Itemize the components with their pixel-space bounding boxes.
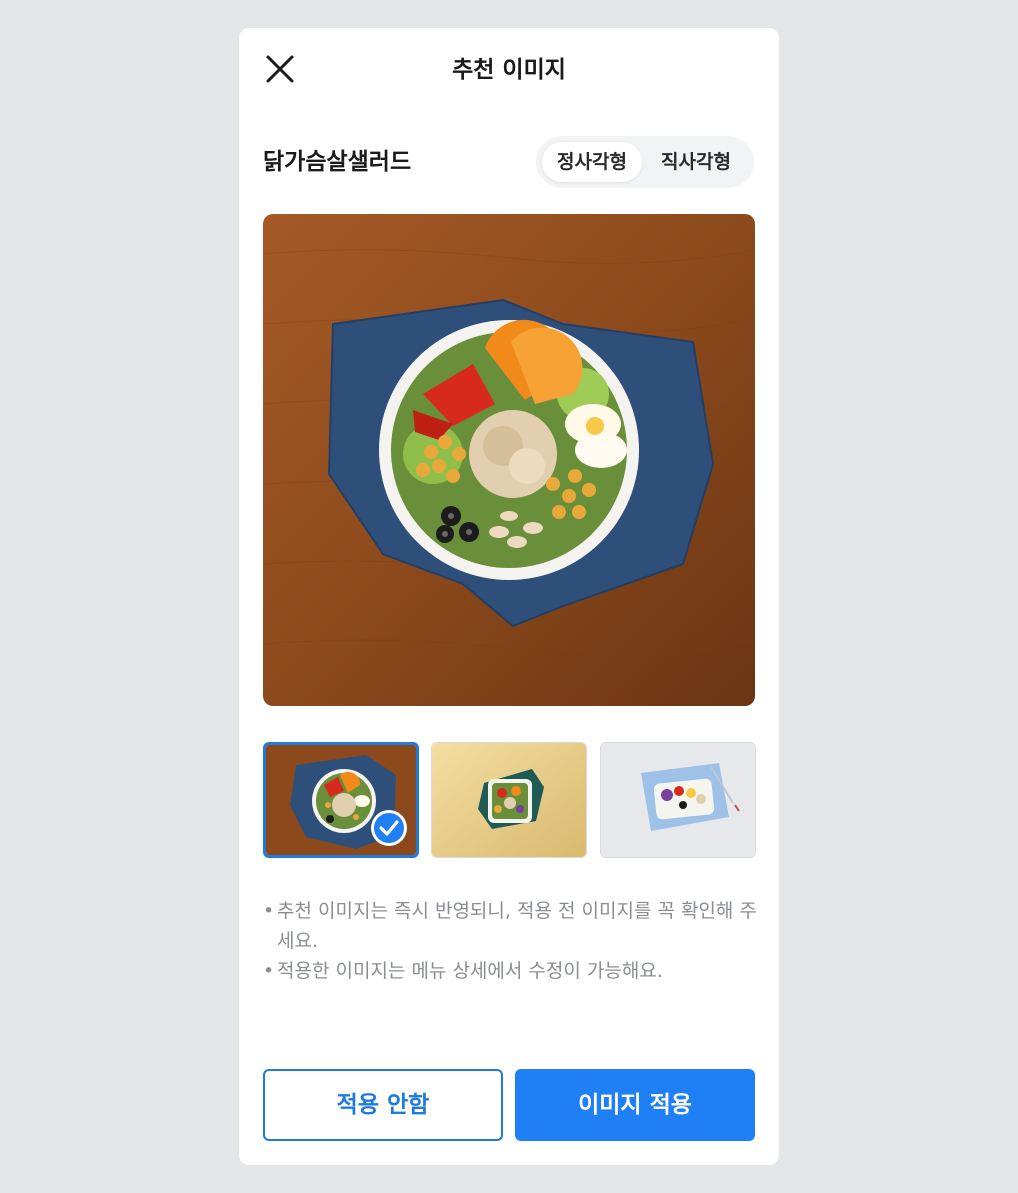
square-option[interactable]: 정사각형 (542, 142, 642, 182)
bullet: • (263, 960, 275, 982)
apply-image-button[interactable]: 이미지 적용 (515, 1069, 755, 1141)
note-item: • 추천 이미지는 즉시 반영되니, 적용 전 이미지를 꼭 확인해 주세요. (263, 896, 759, 956)
cancel-button[interactable]: 적용 안함 (263, 1069, 503, 1141)
modal-title: 추천 이미지 (452, 57, 566, 83)
bullet: • (263, 900, 275, 922)
main-preview-image (263, 214, 755, 706)
notes: • 추천 이미지는 즉시 반영되니, 적용 전 이미지를 꼭 확인해 주세요. … (263, 896, 759, 986)
check-icon (371, 810, 407, 846)
menu-name: 닭가슴살샐러드 (263, 149, 412, 175)
note-text: 적용한 이미지는 메뉴 상세에서 수정이 가능해요. (277, 960, 663, 982)
note-item: • 적용한 이미지는 메뉴 상세에서 수정이 가능해요. (263, 956, 759, 986)
recommended-image-modal: 추천 이미지 닭가슴살샐러드 정사각형 직사각형 • 추천 이미지는 즉시 반영… (239, 28, 779, 1165)
rectangle-option[interactable]: 직사각형 (646, 142, 746, 182)
thumbnail-1[interactable] (263, 742, 419, 858)
note-text: 추천 이미지는 즉시 반영되니, 적용 전 이미지를 꼭 확인해 주세요. (277, 900, 757, 952)
thumbnail-2[interactable] (431, 742, 587, 858)
aspect-ratio-toggle: 정사각형 직사각형 (536, 136, 754, 188)
thumbnail-3[interactable] (600, 742, 756, 858)
